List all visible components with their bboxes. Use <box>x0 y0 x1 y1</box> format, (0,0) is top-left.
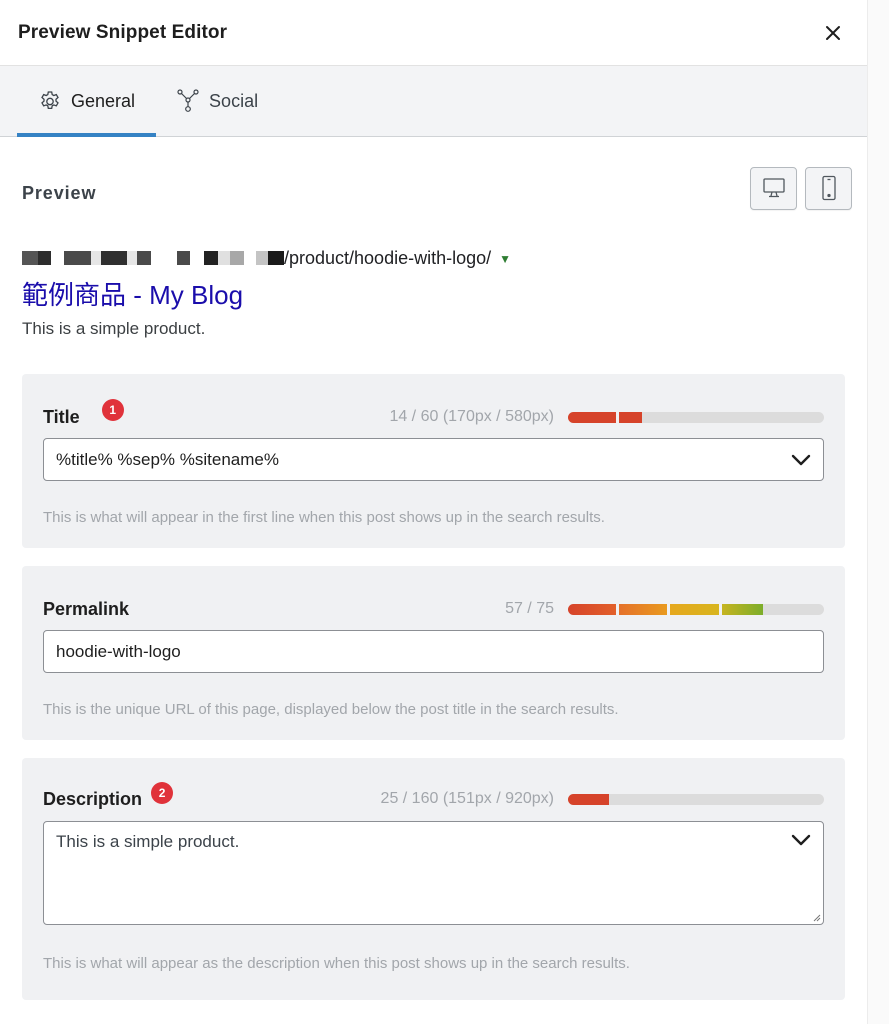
desktop-preview-button[interactable] <box>750 166 797 210</box>
title-bar-seg-1 <box>568 411 620 423</box>
annotation-badge-2: 2 <box>151 782 174 804</box>
permalink-bar-seg-1 <box>568 603 620 615</box>
description-bar-seg-1 <box>568 793 609 805</box>
chevron-down-icon <box>791 454 811 465</box>
permalink-input[interactable]: hoodie-with-logo <box>43 630 824 673</box>
redacted-domain <box>22 251 284 265</box>
preview-label: Preview <box>22 182 97 203</box>
description-field-box: Description 2 25 / 160 (151px / 920px) T… <box>22 758 845 1000</box>
description-counter: 25 / 160 (151px / 920px) <box>381 790 824 808</box>
tab-general-label: General <box>71 90 136 111</box>
desktop-icon <box>762 178 785 198</box>
close-button[interactable] <box>819 19 847 47</box>
permalink-length-bar <box>568 603 824 615</box>
serp-description: This is a simple product. <box>22 319 206 338</box>
description-counter-text: 25 / 160 (151px / 920px) <box>380 790 554 807</box>
title-counter: 14 / 60 (170px / 580px) <box>389 408 824 426</box>
permalink-field-box: Permalink 57 / 75 hoodie-with-logo This … <box>22 566 845 740</box>
description-textarea[interactable]: This is a simple product. <box>43 821 824 925</box>
title-variable-dropdown[interactable] <box>791 454 811 466</box>
resize-handle-icon[interactable] <box>811 912 821 922</box>
description-length-bar <box>568 793 824 805</box>
title-length-bar <box>568 411 824 423</box>
serp-url-path: /product/hoodie-with-logo/ <box>284 247 492 268</box>
permalink-bar-seg-2 <box>619 603 671 615</box>
tab-social-label: Social <box>209 90 259 111</box>
url-caret-down-icon: ▼ <box>499 252 512 266</box>
title-input-value: %title% %sep% %sitename% <box>56 449 279 469</box>
permalink-bar-seg-3 <box>670 603 722 615</box>
panel-header: Preview Snippet Editor <box>0 0 867 66</box>
permalink-help-text: This is the unique URL of this page, dis… <box>43 701 619 718</box>
preview-header: Preview <box>22 137 852 245</box>
tab-bar: General Social <box>0 66 867 137</box>
general-tab-content: Preview /product/hoodie-with-logo/ ▼ 範例商… <box>0 137 867 1000</box>
serp-url: /product/hoodie-with-logo/ ▼ <box>22 245 845 271</box>
title-field-box: Title 1 14 / 60 (170px / 580px) %title% … <box>22 374 845 548</box>
permalink-input-value: hoodie-with-logo <box>56 641 181 661</box>
title-bar-seg-2 <box>619 411 643 423</box>
description-label-text: Description <box>43 788 143 809</box>
title-label: Title 1 <box>43 399 124 428</box>
device-toggle <box>750 166 852 210</box>
description-textarea-value: This is a simple product. <box>56 832 240 851</box>
permalink-counter: 57 / 75 <box>505 600 824 618</box>
title-label-text: Title <box>43 406 80 427</box>
description-variable-dropdown[interactable] <box>791 834 811 846</box>
permalink-bar-seg-4 <box>721 603 763 615</box>
panel-title: Preview Snippet Editor <box>18 21 228 43</box>
snippet-editor-panel: Preview Snippet Editor General Social Pr… <box>0 0 868 1024</box>
annotation-badge-1: 1 <box>101 399 124 421</box>
description-help-text: This is what will appear as the descript… <box>43 955 630 972</box>
permalink-counter-text: 57 / 75 <box>505 600 554 617</box>
title-help-text: This is what will appear in the first li… <box>43 509 605 526</box>
description-label: Description 2 <box>43 782 174 810</box>
tab-general[interactable]: General <box>17 66 157 137</box>
title-counter-text: 14 / 60 (170px / 580px) <box>389 408 554 425</box>
chevron-down-icon <box>791 834 811 846</box>
tab-social[interactable]: Social <box>156 66 278 136</box>
gear-icon <box>41 91 59 110</box>
permalink-label: Permalink <box>43 598 130 619</box>
serp-preview: /product/hoodie-with-logo/ ▼ 範例商品 - My B… <box>22 245 845 339</box>
share-nodes-icon <box>177 89 199 112</box>
mobile-icon <box>821 175 836 201</box>
serp-title: 範例商品 - My Blog <box>22 280 244 310</box>
title-input[interactable]: %title% %sep% %sitename% <box>43 438 824 481</box>
mobile-preview-button[interactable] <box>805 166 852 210</box>
close-icon <box>826 25 840 40</box>
